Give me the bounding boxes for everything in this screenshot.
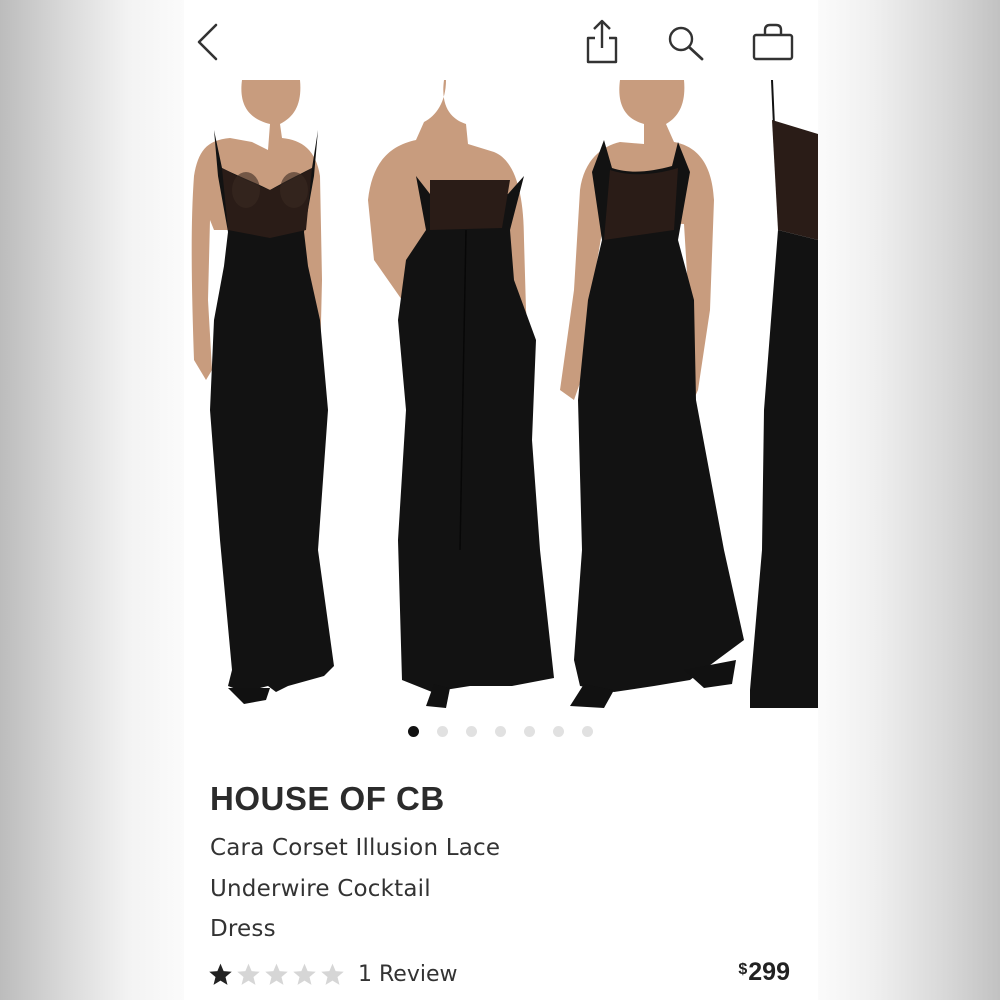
product-title-line-2: Underwire Cocktail [210,875,431,902]
carousel-dot-2[interactable] [437,726,448,737]
backdrop-left [0,0,184,1000]
star-empty-icon [265,963,288,985]
product-photo-side-partial [750,79,818,708]
star-filled-icon [209,963,232,985]
product-photos [191,79,818,708]
price-amount: 299 [748,958,790,986]
product-photo-three-quarter [560,80,744,708]
carousel-dot-5[interactable] [524,726,535,737]
star-empty-icon [237,963,260,985]
carousel-dot-4[interactable] [495,726,506,737]
carousel-dot-1[interactable] [408,726,419,737]
reviews-link[interactable]: 1 Review [358,962,457,987]
price-currency: $ [738,961,748,978]
shopping-bag-button[interactable] [750,22,796,62]
product-screen: HOUSE OF CB Cara Corset Illusion Lace Un… [184,0,818,1000]
back-button[interactable] [194,22,222,62]
top-nav-bar [184,0,818,81]
carousel-dot-6[interactable] [553,726,564,737]
search-icon [668,26,704,61]
product-photo-front [191,80,334,704]
product-price: $ 299 [738,958,790,987]
brand-name[interactable]: HOUSE OF CB [210,780,445,818]
backdrop-right [818,0,1000,1000]
product-title: Cara Corset Illusion Lace Underwire Cock… [210,828,570,950]
chevron-left-icon [197,23,218,61]
shopping-bag-icon [752,23,794,61]
product-image-carousel[interactable] [184,79,818,716]
carousel-dot-3[interactable] [466,726,477,737]
product-rating[interactable]: 1 Review [208,958,457,990]
product-title-line-3: Dress [210,916,276,942]
star-empty-icon [321,963,344,985]
product-title-line-1: Cara Corset Illusion Lace [210,835,501,861]
star-empty-icon [293,963,316,985]
carousel-page-indicator [184,724,818,740]
carousel-dot-7[interactable] [582,726,593,737]
product-photo-back [368,80,554,708]
share-button[interactable] [582,18,622,66]
share-icon [586,19,618,64]
search-button[interactable] [666,24,706,62]
